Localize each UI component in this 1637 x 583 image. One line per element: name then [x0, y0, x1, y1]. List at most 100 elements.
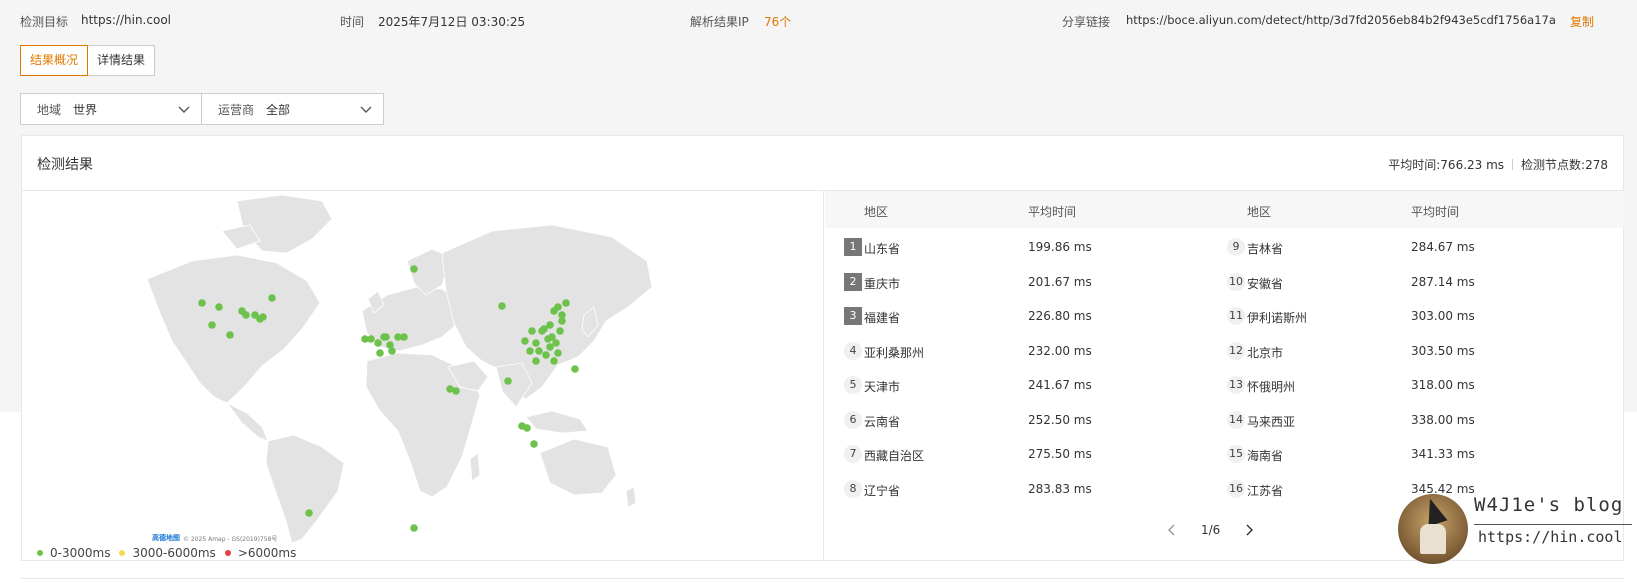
avg-time-value: 199.86 ms — [1028, 240, 1092, 254]
table-row: 4 亚利桑那州 232.00 ms 12 北京市 303.50 ms — [825, 332, 1624, 368]
probe-point[interactable] — [556, 327, 564, 335]
probe-point[interactable] — [410, 524, 418, 532]
probe-point[interactable] — [259, 313, 267, 321]
table-row: 7 西藏自治区 275.50 ms 15 海南省 341.33 ms — [825, 435, 1624, 471]
tab-overview[interactable]: 结果概况 — [20, 45, 89, 76]
probe-point[interactable] — [410, 265, 418, 273]
chevron-down-icon — [178, 106, 190, 113]
table-row: 6 云南省 252.50 ms 14 马来西亚 338.00 ms — [825, 401, 1624, 437]
region-name: 马来西亚 — [1247, 414, 1296, 429]
probe-point[interactable] — [242, 311, 250, 319]
blog-watermark: W4J1e's blog https://hin.cool — [1398, 492, 1634, 566]
region-name: 伊利诺斯州 — [1247, 311, 1308, 325]
node-count: 检测节点数:278 — [1521, 158, 1608, 172]
probe-point[interactable] — [208, 321, 216, 329]
results-title: 检测结果 — [37, 157, 93, 173]
probe-point[interactable] — [305, 509, 313, 517]
region-name: 安徽省 — [1247, 276, 1284, 291]
probe-point[interactable] — [554, 303, 562, 311]
probe-point[interactable] — [571, 365, 579, 373]
carrier-select[interactable]: 运营商 全部 — [202, 93, 384, 125]
probe-point[interactable] — [374, 339, 382, 347]
probe-point[interactable] — [535, 347, 543, 355]
probe-point[interactable] — [198, 299, 206, 307]
probe-point[interactable] — [546, 321, 554, 329]
probe-point[interactable] — [367, 335, 375, 343]
probe-point[interactable] — [530, 440, 538, 448]
rank-badge: 5 — [844, 376, 862, 394]
avatar — [1398, 494, 1468, 564]
avg-time-value: 226.80 ms — [1028, 309, 1092, 323]
avg-time-value: 201.67 ms — [1028, 274, 1092, 289]
col-time-left: 平均时间 — [1028, 205, 1077, 219]
probe-point[interactable] — [268, 294, 276, 302]
probe-point[interactable] — [400, 333, 408, 341]
avg-time-value: 318.00 ms — [1411, 378, 1475, 392]
tab-details[interactable]: 详情结果 — [88, 45, 156, 76]
region-select[interactable]: 地域 世界 — [20, 93, 202, 125]
col-region-left: 地区 — [864, 205, 889, 219]
divider — [1512, 159, 1514, 170]
probe-point[interactable] — [532, 357, 540, 365]
avg-time-value: 303.50 ms — [1411, 343, 1475, 358]
col-time-right: 平均时间 — [1411, 205, 1460, 219]
probe-point[interactable] — [226, 331, 234, 339]
time-label: 时间 — [340, 15, 365, 29]
probe-point[interactable] — [532, 339, 540, 347]
avg-time-value: 338.00 ms — [1411, 412, 1475, 427]
table-row: 3 福建省 226.80 ms 11 伊利诺斯州 303.00 ms — [825, 297, 1624, 333]
avg-time-value: 283.83 ms — [1028, 481, 1092, 496]
ip-count: 76个 — [764, 15, 792, 29]
rank-badge: 16 — [1227, 479, 1245, 498]
rank-badge: 10 — [1227, 272, 1245, 291]
ip-label: 解析结果IP — [690, 15, 749, 29]
share-link[interactable]: https://boce.aliyun.com/detect/http/3d7f… — [1126, 13, 1556, 27]
region-name: 重庆市 — [864, 276, 901, 291]
legend-item-fast: 0-3000ms — [37, 546, 110, 560]
probe-point[interactable] — [498, 302, 506, 310]
probe-point[interactable] — [452, 387, 460, 395]
probe-point[interactable] — [562, 299, 570, 307]
world-map[interactable]: 高德地图 © 2025 Amap - GS(2019)758号 0-3000ms… — [22, 191, 824, 561]
results-card: 检测结果 平均时间:766.23 ms 检测节点数:278 高德地图 © 202… — [21, 135, 1624, 561]
rank-badge: 15 — [1227, 445, 1245, 463]
col-region-right: 地区 — [1247, 205, 1272, 219]
chevron-left-icon[interactable] — [1165, 523, 1179, 537]
probe-point[interactable] — [542, 351, 550, 359]
probe-point[interactable] — [523, 424, 531, 432]
probe-point[interactable] — [558, 311, 566, 319]
region-name: 吉林省 — [1247, 242, 1284, 256]
probe-point[interactable] — [526, 347, 534, 355]
avg-time: 平均时间:766.23 ms — [1388, 158, 1505, 172]
rank-badge: 8 — [844, 479, 862, 498]
amap-logo: 高德地图 — [152, 534, 180, 542]
probe-point[interactable] — [215, 303, 223, 311]
rank-badge: 6 — [844, 410, 862, 429]
probe-point[interactable] — [552, 339, 560, 347]
probe-point[interactable] — [554, 349, 562, 357]
rank-badge: 11 — [1227, 307, 1245, 325]
chevron-right-icon[interactable] — [1242, 523, 1256, 537]
probe-point[interactable] — [504, 377, 512, 385]
probe-point[interactable] — [376, 349, 384, 357]
probe-point[interactable] — [550, 357, 558, 365]
avg-time-value: 241.67 ms — [1028, 378, 1092, 392]
legend-dot — [119, 550, 126, 556]
avg-time-value: 287.14 ms — [1411, 274, 1475, 289]
legend-item-slow: >6000ms — [224, 546, 296, 560]
rank-badge: 14 — [1227, 410, 1245, 429]
results-stats: 平均时间:766.23 ms 检测节点数:278 — [1388, 156, 1608, 173]
target-label: 检测目标 — [20, 15, 69, 29]
share-label: 分享链接 — [1062, 15, 1111, 29]
region-select-value: 世界 — [73, 102, 98, 117]
watermark-url: https://hin.cool — [1478, 528, 1623, 546]
rank-badge: 9 — [1227, 238, 1245, 256]
rank-badge: 3 — [844, 307, 862, 325]
probe-point[interactable] — [380, 333, 388, 341]
avg-time-value: 303.00 ms — [1411, 309, 1475, 323]
avg-time-value: 232.00 ms — [1028, 343, 1092, 358]
probe-point[interactable] — [528, 327, 536, 335]
probe-point[interactable] — [521, 337, 529, 345]
copy-button[interactable]: 复制 — [1570, 13, 1594, 30]
probe-point[interactable] — [388, 347, 396, 355]
